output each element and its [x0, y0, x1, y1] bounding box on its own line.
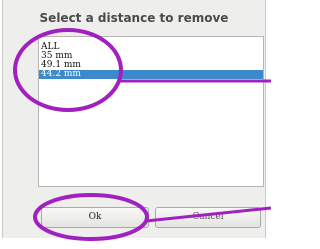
ok-button[interactable]: Ok: [41, 207, 149, 228]
list-item-all[interactable]: ALL: [39, 43, 263, 52]
remove-distance-dialog: Select a distance to remove ALL 35 mm 49…: [2, 0, 266, 238]
distance-listbox[interactable]: ALL 35 mm 49.1 mm 44.2 mm: [38, 36, 264, 187]
dialog-title: Select a distance to remove: [39, 11, 229, 25]
screenshot-stage: Select a distance to remove ALL 35 mm 49…: [0, 0, 271, 249]
cancel-button[interactable]: Cancel: [155, 207, 261, 228]
list-item-44-2mm[interactable]: 44.2 mm: [39, 70, 263, 79]
